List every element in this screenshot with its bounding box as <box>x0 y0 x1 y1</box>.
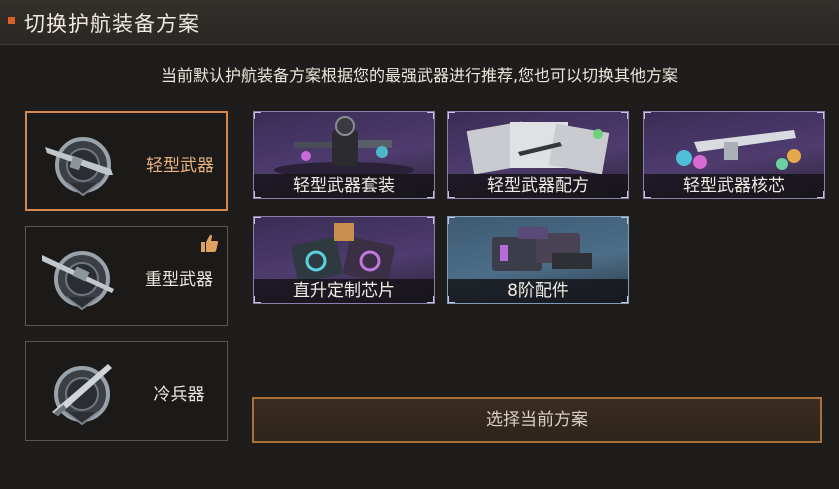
frame-corner <box>621 191 628 198</box>
frame-corner <box>621 296 628 303</box>
dialog-title: 切换护航装备方案 <box>24 12 200 36</box>
light-weapon-emblem-icon <box>45 137 113 197</box>
frame-corner <box>621 217 628 224</box>
select-current-plan-button[interactable]: 选择当前方案 <box>252 397 822 443</box>
frame-corner <box>254 296 261 303</box>
dialog-header: 切换护航装备方案 <box>0 0 839 45</box>
attachment-icon <box>492 227 592 271</box>
frame-corner <box>254 112 261 119</box>
heavy-weapon-emblem-icon <box>42 251 114 311</box>
frame-corner <box>448 217 455 224</box>
item-label: 轻型武器配方 <box>448 174 628 198</box>
item-label: 轻型武器核芯 <box>644 174 824 198</box>
item-card-light-weapon-suit[interactable]: 轻型武器套装 <box>253 111 435 199</box>
item-card-tier8-attachment[interactable]: 8阶配件 <box>447 216 629 304</box>
category-label: 重型武器 <box>145 270 213 290</box>
chip-icon <box>291 223 395 283</box>
item-card-light-weapon-blueprint[interactable]: 轻型武器配方 <box>447 111 629 199</box>
item-label: 轻型武器套装 <box>254 174 434 198</box>
frame-corner <box>817 112 824 119</box>
category-label: 冷兵器 <box>153 385 205 405</box>
frame-corner <box>427 191 434 198</box>
frame-corner <box>427 112 434 119</box>
frame-corner <box>448 112 455 119</box>
item-card-light-weapon-core[interactable]: 轻型武器核芯 <box>643 111 825 199</box>
frame-corner <box>254 191 261 198</box>
frame-corner <box>644 191 651 198</box>
frame-corner <box>448 296 455 303</box>
category-melee-weapon[interactable]: 冷兵器 <box>25 341 228 441</box>
description-text: 当前默认护航装备方案根据您的最强武器进行推荐,您也可以切换其他方案 <box>160 66 679 85</box>
category-light-weapon[interactable]: 轻型武器 <box>25 111 228 211</box>
frame-corner <box>448 191 455 198</box>
frame-corner <box>427 217 434 224</box>
category-label: 轻型武器 <box>146 156 214 176</box>
melee-weapon-emblem-icon <box>52 364 112 426</box>
item-card-custom-chip[interactable]: 直升定制芯片 <box>253 216 435 304</box>
category-heavy-weapon[interactable]: 重型武器 <box>25 226 228 326</box>
frame-corner <box>621 112 628 119</box>
blueprint-icon <box>466 121 610 175</box>
frame-corner <box>427 296 434 303</box>
thumbs-up-icon <box>201 234 219 252</box>
item-label: 8阶配件 <box>448 279 628 303</box>
frame-corner <box>254 217 261 224</box>
frame-corner <box>817 191 824 198</box>
title-marker <box>8 17 15 24</box>
armor-suit-icon <box>274 116 414 178</box>
item-label: 直升定制芯片 <box>254 279 434 303</box>
weapon-core-icon <box>676 130 801 170</box>
frame-corner <box>644 112 651 119</box>
